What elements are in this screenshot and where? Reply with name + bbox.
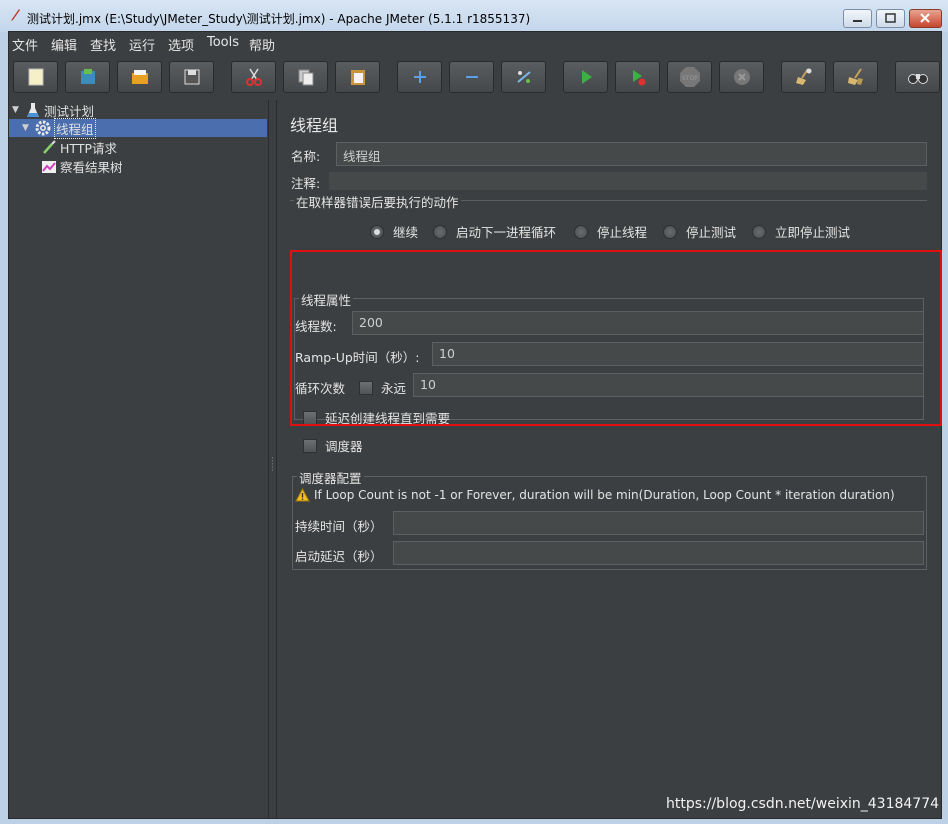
chart-icon <box>42 161 56 173</box>
name-label: 名称: <box>291 149 321 164</box>
maximize-icon <box>885 13 896 23</box>
radio-icon <box>574 224 588 239</box>
duration-label: 持续时间（秒） <box>295 519 383 534</box>
comment-field[interactable] <box>329 172 927 190</box>
start-no-pause-button[interactable] <box>615 61 660 93</box>
loop-count-warning: If Loop Count is not -1 or Forever, dura… <box>295 488 895 502</box>
broom-icon <box>795 68 811 85</box>
thread-group-panel: 线程组 名称: 线程组 注释: 在取样器错误后要执行的动作 继续 启动下一进程循… <box>278 100 942 818</box>
open-button[interactable] <box>117 61 162 93</box>
gear-icon <box>35 120 51 136</box>
binoculars-icon <box>907 74 928 84</box>
menu-edit[interactable]: 编辑 <box>51 35 77 54</box>
tree-item-view-results-tree[interactable]: 察看结果树 <box>41 157 123 175</box>
comment-label: 注释: <box>291 176 321 191</box>
copy-button[interactable] <box>283 61 328 93</box>
paste-button[interactable] <box>335 61 380 93</box>
minimize-button[interactable] <box>843 9 872 28</box>
broom-all-icon <box>847 68 863 85</box>
title-bar: 测试计划.jmx (E:\Study\JMeter_Study\测试计划.jmx… <box>0 0 948 32</box>
shutdown-button[interactable] <box>719 61 764 93</box>
toggle-icon <box>516 71 531 83</box>
pipette-icon <box>43 140 56 154</box>
menu-options[interactable]: 选项 <box>168 35 194 54</box>
templates-icon <box>80 69 95 84</box>
radio-icon <box>663 224 677 239</box>
warning-icon <box>295 488 310 502</box>
stop-icon: STOP <box>679 67 700 87</box>
cut-button[interactable] <box>231 61 276 93</box>
expand-arrow-icon[interactable]: ▼ <box>22 123 32 133</box>
on-error-legend: 在取样器错误后要执行的动作 <box>294 192 461 211</box>
start-no-pause-icon <box>632 70 645 86</box>
minimize-icon <box>853 20 862 22</box>
menu-run[interactable]: 运行 <box>129 35 155 54</box>
tree-item-http-request[interactable]: HTTP请求 <box>41 138 117 156</box>
radio-selected-icon <box>370 224 384 239</box>
collapse-all-button[interactable] <box>449 61 494 93</box>
jmeter-feather-icon <box>11 9 20 21</box>
window-title: 测试计划.jmx (E:\Study\JMeter_Study\测试计划.jmx… <box>27 12 531 26</box>
menu-help[interactable]: 帮助 <box>249 35 275 54</box>
start-icon <box>581 70 592 84</box>
duration-field[interactable] <box>393 511 924 535</box>
scheduler-config-legend: 调度器配置 <box>297 468 364 487</box>
cut-icon <box>245 68 262 86</box>
clear-button[interactable] <box>781 61 826 93</box>
radio-stop-thread[interactable]: 停止线程 <box>574 222 647 241</box>
radio-icon <box>433 224 447 239</box>
radio-stop-test[interactable]: 停止测试 <box>663 222 736 241</box>
svg-text:STOP: STOP <box>682 75 698 82</box>
page-title: 线程组 <box>290 116 339 135</box>
close-button[interactable] <box>909 9 942 28</box>
maximize-button[interactable] <box>876 9 905 28</box>
radio-icon <box>752 224 766 239</box>
radio-continue[interactable]: 继续 <box>370 222 418 241</box>
checkbox-icon <box>303 438 317 453</box>
stop-button[interactable]: STOP <box>667 61 712 93</box>
toggle-button[interactable] <box>501 61 546 93</box>
menu-file[interactable]: 文件 <box>12 35 38 54</box>
save-button[interactable] <box>169 61 214 93</box>
close-icon <box>920 13 930 23</box>
test-plan-icon <box>27 103 39 117</box>
clear-all-button[interactable] <box>833 61 878 93</box>
plus-icon <box>413 71 426 83</box>
test-plan-tree: ▼ 测试计划 ▼ 线程组 HTTP请求 察看结果树 <box>9 100 268 818</box>
open-icon <box>131 70 148 84</box>
radio-stop-test-now[interactable]: 立即停止测试 <box>752 222 850 241</box>
expand-arrow-icon[interactable]: ▼ <box>12 105 22 115</box>
startup-delay-label: 启动延迟（秒） <box>295 549 383 564</box>
templates-button[interactable] <box>65 61 110 93</box>
copy-icon <box>298 69 313 86</box>
expand-all-button[interactable] <box>397 61 442 93</box>
new-button[interactable] <box>13 61 58 93</box>
minus-icon <box>465 76 478 78</box>
start-button[interactable] <box>563 61 608 93</box>
paste-icon <box>350 70 365 85</box>
grip-icon: · · · · · <box>271 454 274 476</box>
name-field[interactable]: 线程组 <box>336 142 927 166</box>
toolbar: STOP <box>9 56 941 101</box>
highlight-box <box>290 250 942 426</box>
menu-tools[interactable]: Tools <box>207 35 239 50</box>
tree-item-test-plan[interactable]: ▼ 测试计划 <box>12 101 94 119</box>
startup-delay-field[interactable] <box>393 541 924 565</box>
on-error-group: 在取样器错误后要执行的动作 继续 启动下一进程循环 停止线程 停止测试 立即停止… <box>290 192 927 244</box>
new-icon <box>28 68 43 86</box>
tree-item-thread-group[interactable]: ▼ 线程组 <box>9 117 267 139</box>
menu-bar: 文件 编辑 查找 运行 选项 Tools 帮助 <box>9 32 941 54</box>
shutdown-icon <box>733 69 750 85</box>
main-window: 文件 编辑 查找 运行 选项 Tools 帮助 STOP ▼ 测试计划 ▼ 线程… <box>8 31 942 819</box>
scheduler-checkbox[interactable]: 调度器 <box>303 436 363 455</box>
save-icon <box>184 69 199 85</box>
radio-start-next-loop[interactable]: 启动下一进程循环 <box>433 222 556 241</box>
search-button[interactable] <box>895 61 940 93</box>
menu-search[interactable]: 查找 <box>90 35 116 54</box>
split-pane-divider[interactable]: · · · · · <box>268 100 277 818</box>
watermark: https://blog.csdn.net/weixin_43184774 <box>666 796 940 812</box>
